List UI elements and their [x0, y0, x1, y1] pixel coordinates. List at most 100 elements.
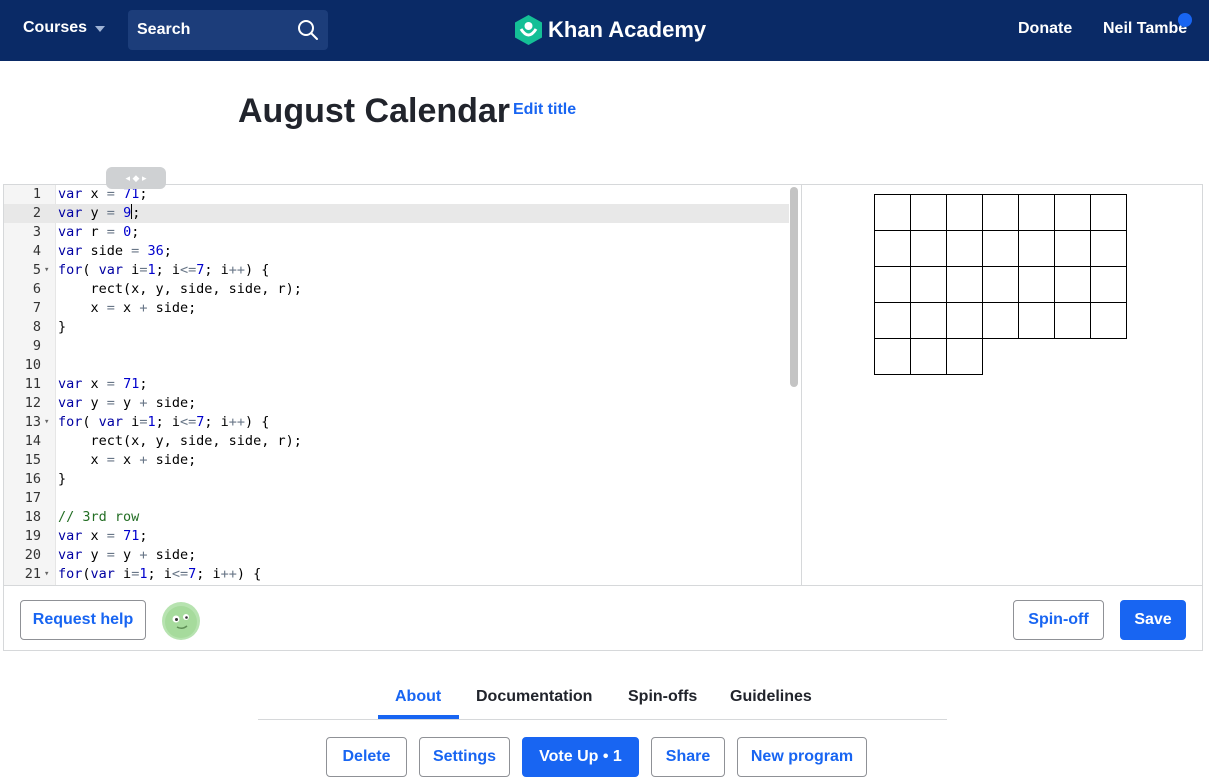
- brand-name: Khan Academy: [548, 17, 707, 42]
- code-line[interactable]: 13 ▾ for( var i=1; i<=7; i++) {: [4, 413, 789, 432]
- calendar-cell: [1090, 266, 1127, 303]
- edit-title-link[interactable]: Edit title: [513, 101, 576, 119]
- editor-scrollbar[interactable]: [790, 187, 798, 387]
- khan-academy-logo-icon: [515, 15, 542, 45]
- code-text: }: [58, 319, 67, 335]
- line-number: 16: [24, 471, 41, 487]
- calendar-cell: [1054, 230, 1091, 267]
- top-navigation-bar: Courses Search Khan Academy Donate Neil …: [0, 0, 1209, 61]
- blob-avatar-icon: [165, 606, 197, 638]
- khan-academy-logo[interactable]: Khan Academy: [515, 15, 706, 45]
- code-line[interactable]: 17: [4, 489, 789, 508]
- page-title: August Calendar: [238, 92, 511, 130]
- calendar-cell: [946, 230, 983, 267]
- code-text: var x = 71;: [58, 376, 148, 392]
- code-line[interactable]: 5 ▾ for( var i=1; i<=7; i++) {: [4, 261, 789, 280]
- calendar-cell: [982, 230, 1019, 267]
- code-line[interactable]: 12 var y = y + side;: [4, 394, 789, 413]
- code-line[interactable]: 11 var x = 71;: [4, 375, 789, 394]
- search-input[interactable]: Search: [128, 10, 328, 50]
- courses-menu[interactable]: Courses: [23, 19, 106, 37]
- code-line[interactable]: 4 var side = 36;: [4, 242, 789, 261]
- code-line[interactable]: 8}: [4, 318, 789, 337]
- avatar[interactable]: [162, 602, 200, 640]
- code-line[interactable]: 3 var r = 0;: [4, 223, 789, 242]
- tab-documentation[interactable]: Documentation: [476, 688, 592, 706]
- chevron-down-icon: [95, 26, 106, 32]
- code-text: var r = 0;: [58, 224, 140, 240]
- line-number: 5: [32, 262, 41, 278]
- settings-button[interactable]: Settings: [419, 737, 510, 777]
- code-text: }: [58, 471, 67, 487]
- delete-button[interactable]: Delete: [326, 737, 407, 777]
- tab-spin-offs[interactable]: Spin-offs: [628, 688, 697, 706]
- calendar-cell: [946, 194, 983, 231]
- line-number: 14: [24, 433, 41, 449]
- line-number: 17: [24, 490, 41, 506]
- save-button[interactable]: Save: [1120, 600, 1186, 640]
- calendar-cell: [1090, 302, 1127, 339]
- calendar-cell: [874, 230, 911, 267]
- code-line[interactable]: 6 rect(x, y, side, side, r);: [4, 280, 789, 299]
- calendar-cell: [946, 266, 983, 303]
- tab-guidelines[interactable]: Guidelines: [730, 688, 812, 706]
- calendar-cell: [874, 194, 911, 231]
- calendar-cell: [1018, 230, 1055, 267]
- request-help-button[interactable]: Request help: [20, 600, 146, 640]
- fold-toggle-icon[interactable]: ▾: [44, 261, 49, 280]
- code-line[interactable]: 2 var y = 9;: [4, 204, 789, 223]
- donate-link[interactable]: Donate: [1018, 20, 1072, 38]
- notification-badge[interactable]: [1178, 13, 1192, 27]
- user-menu[interactable]: Neil Tambe: [1103, 20, 1187, 38]
- output-canvas[interactable]: [803, 185, 1202, 585]
- code-line[interactable]: 7 x = x + side;: [4, 299, 789, 318]
- code-line[interactable]: 19 var x = 71;: [4, 527, 789, 546]
- fold-toggle-icon[interactable]: ▾: [44, 565, 49, 584]
- calendar-cell: [1018, 266, 1055, 303]
- code-line[interactable]: 16}: [4, 470, 789, 489]
- code-line[interactable]: 9: [4, 337, 789, 356]
- line-number: 4: [32, 243, 41, 259]
- calendar-cell: [1018, 302, 1055, 339]
- code-line[interactable]: 18 // 3rd row: [4, 508, 789, 527]
- calendar-cell: [910, 338, 947, 375]
- line-number: 20: [24, 547, 41, 563]
- code-text: x = x + side;: [58, 300, 197, 316]
- line-number: 6: [32, 281, 41, 297]
- tab-about[interactable]: About: [395, 688, 441, 706]
- fold-toggle-icon[interactable]: ▾: [44, 413, 49, 432]
- calendar-cell: [946, 302, 983, 339]
- code-line[interactable]: 20 var y = y + side;: [4, 546, 789, 565]
- spin-off-button[interactable]: Spin-off: [1013, 600, 1104, 640]
- program-workspace: 1 var x = 71; 2 var y = 9; 3 var r = 0; 4 var s…: [3, 184, 1203, 651]
- resize-handle[interactable]: ◂ ◆ ▸: [106, 167, 166, 189]
- code-text: for( var i=1; i<=7; i++) {: [58, 414, 270, 430]
- editor-canvas-divider: [801, 185, 802, 585]
- calendar-cell: [982, 194, 1019, 231]
- code-line[interactable]: 21 ▾ for(var i=1; i<=7; i++) {: [4, 565, 789, 584]
- calendar-cell: [910, 194, 947, 231]
- editor-footer: Request help Spin-off Save: [4, 585, 1202, 650]
- new-program-button[interactable]: New program: [737, 737, 867, 777]
- program-tabs: About Documentation Spin-offs Guidelines: [258, 684, 947, 720]
- search-icon[interactable]: [297, 19, 319, 41]
- calendar-cell: [1090, 230, 1127, 267]
- share-button[interactable]: Share: [651, 737, 725, 777]
- vote-up-button[interactable]: Vote Up • 1: [522, 737, 639, 777]
- code-line[interactable]: 10: [4, 356, 789, 375]
- code-line[interactable]: 14 rect(x, y, side, side, r);: [4, 432, 789, 451]
- code-text: var side = 36;: [58, 243, 172, 259]
- calendar-cell: [982, 302, 1019, 339]
- text-cursor: [131, 204, 133, 219]
- calendar-cell: [910, 230, 947, 267]
- line-number: 2: [32, 205, 41, 221]
- code-lines[interactable]: 1 var x = 71; 2 var y = 9; 3 var r = 0; 4 var s…: [4, 185, 789, 584]
- code-text: rect(x, y, side, side, r);: [58, 281, 302, 297]
- code-editor[interactable]: 1 var x = 71; 2 var y = 9; 3 var r = 0; 4 var s…: [4, 185, 802, 585]
- calendar-cell: [910, 302, 947, 339]
- code-line[interactable]: 15 x = x + side;: [4, 451, 789, 470]
- calendar-cell: [946, 338, 983, 375]
- calendar-cell: [874, 338, 911, 375]
- code-text: for( var i=1; i<=7; i++) {: [58, 262, 270, 278]
- line-number: 21: [24, 566, 41, 582]
